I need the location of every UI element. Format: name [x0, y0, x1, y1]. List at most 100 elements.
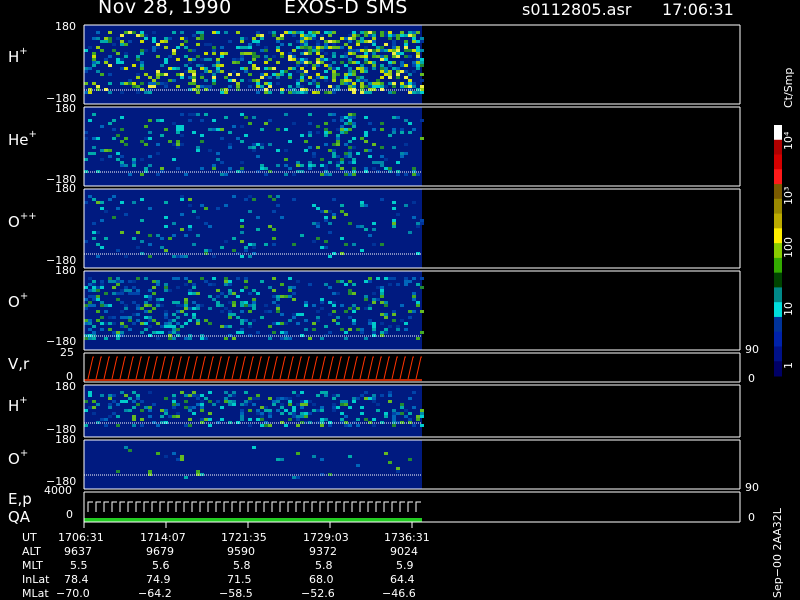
- heat-cell: [136, 58, 140, 61]
- heat-cell: [396, 412, 400, 415]
- heat-cell: [308, 49, 312, 52]
- heat-cell: [264, 173, 268, 176]
- heat-cell: [104, 58, 108, 61]
- heat-cell: [232, 337, 236, 340]
- heat-cell: [240, 46, 244, 49]
- panel-label-o-plusplus: O++: [8, 211, 37, 231]
- heat-cell: [244, 134, 248, 137]
- heat-cell: [168, 331, 172, 334]
- heat-cell: [384, 67, 388, 70]
- heat-cell: [220, 70, 224, 73]
- heat-cell: [132, 313, 136, 316]
- heat-cell: [176, 412, 180, 415]
- heat-cell: [256, 418, 260, 421]
- heat-cell: [128, 449, 132, 452]
- heat-cell: [292, 292, 296, 295]
- heat-cell: [384, 31, 388, 34]
- heat-cell: [276, 149, 280, 152]
- heat-cell: [244, 37, 248, 40]
- heat-cell: [112, 286, 116, 289]
- heat-cell: [380, 122, 384, 125]
- heat-cell: [172, 255, 176, 258]
- heat-cell: [184, 322, 188, 325]
- heat-cell: [292, 243, 296, 246]
- heat-cell: [116, 424, 120, 427]
- heat-cell: [312, 79, 316, 82]
- heat-cell: [384, 43, 388, 46]
- heat-cell: [112, 128, 116, 131]
- heat-cell: [240, 322, 244, 325]
- heat-cell: [140, 52, 144, 55]
- heat-cell: [168, 55, 172, 58]
- heat-cell: [164, 316, 168, 319]
- ephem-value: 9024: [390, 545, 418, 558]
- heat-cell: [364, 40, 368, 43]
- heat-cell: [304, 149, 308, 152]
- heat-cell: [236, 46, 240, 49]
- heat-cell: [92, 146, 96, 149]
- heat-cell: [152, 46, 156, 49]
- heat-cell: [156, 143, 160, 146]
- heat-cell: [316, 394, 320, 397]
- heat-cell: [380, 289, 384, 292]
- heat-cell: [144, 406, 148, 409]
- heat-cell: [92, 64, 96, 67]
- heat-cell: [112, 195, 116, 198]
- heat-cell: [308, 113, 312, 116]
- heat-cell: [268, 337, 272, 340]
- heat-cell: [172, 52, 176, 55]
- heat-cell: [192, 70, 196, 73]
- heat-cell: [256, 85, 260, 88]
- heat-cell: [372, 143, 376, 146]
- heat-cell: [308, 337, 312, 340]
- heat-cell: [140, 34, 144, 37]
- heat-cell: [240, 331, 244, 334]
- heat-cell: [268, 325, 272, 328]
- heat-cell: [220, 64, 224, 67]
- heat-cell: [232, 313, 236, 316]
- heat-cell: [120, 40, 124, 43]
- heat-cell: [208, 58, 212, 61]
- heat-cell: [116, 298, 120, 301]
- heat-cell: [328, 67, 332, 70]
- heat-cell: [152, 307, 156, 310]
- heat-cell: [164, 289, 168, 292]
- heat-cell: [352, 73, 356, 76]
- heat-cell: [352, 397, 356, 400]
- heat-cell: [312, 204, 316, 207]
- heat-cell: [392, 61, 396, 64]
- heat-cell: [100, 322, 104, 325]
- heat-cell: [84, 337, 88, 340]
- heat-cell: [88, 46, 92, 49]
- heat-cell: [416, 31, 420, 34]
- heat-cell: [132, 406, 136, 409]
- heat-cell: [152, 31, 156, 34]
- heat-cell: [232, 301, 236, 304]
- heat-cell: [288, 286, 292, 289]
- heat-cell: [296, 61, 300, 64]
- heat-cell: [280, 322, 284, 325]
- heat-cell: [92, 82, 96, 85]
- heat-cell: [176, 415, 180, 418]
- heat-cell: [304, 79, 308, 82]
- heat-cell: [244, 319, 248, 322]
- heat-cell: [208, 149, 212, 152]
- heat-cell: [212, 46, 216, 49]
- heat-cell: [240, 58, 244, 61]
- heat-cell: [104, 418, 108, 421]
- heat-cell: [372, 228, 376, 231]
- heat-cell: [372, 322, 376, 325]
- heat-cell: [216, 152, 220, 155]
- heat-cell: [380, 164, 384, 167]
- heat-cell: [372, 161, 376, 164]
- heat-cell: [288, 73, 292, 76]
- heat-cell: [304, 412, 308, 415]
- heat-cell: [344, 122, 348, 125]
- heat-cell: [316, 85, 320, 88]
- heat-cell: [340, 55, 344, 58]
- heat-cell: [276, 73, 280, 76]
- heat-cell: [332, 40, 336, 43]
- heat-cell: [224, 295, 228, 298]
- heat-cell: [160, 237, 164, 240]
- heat-cell: [376, 403, 380, 406]
